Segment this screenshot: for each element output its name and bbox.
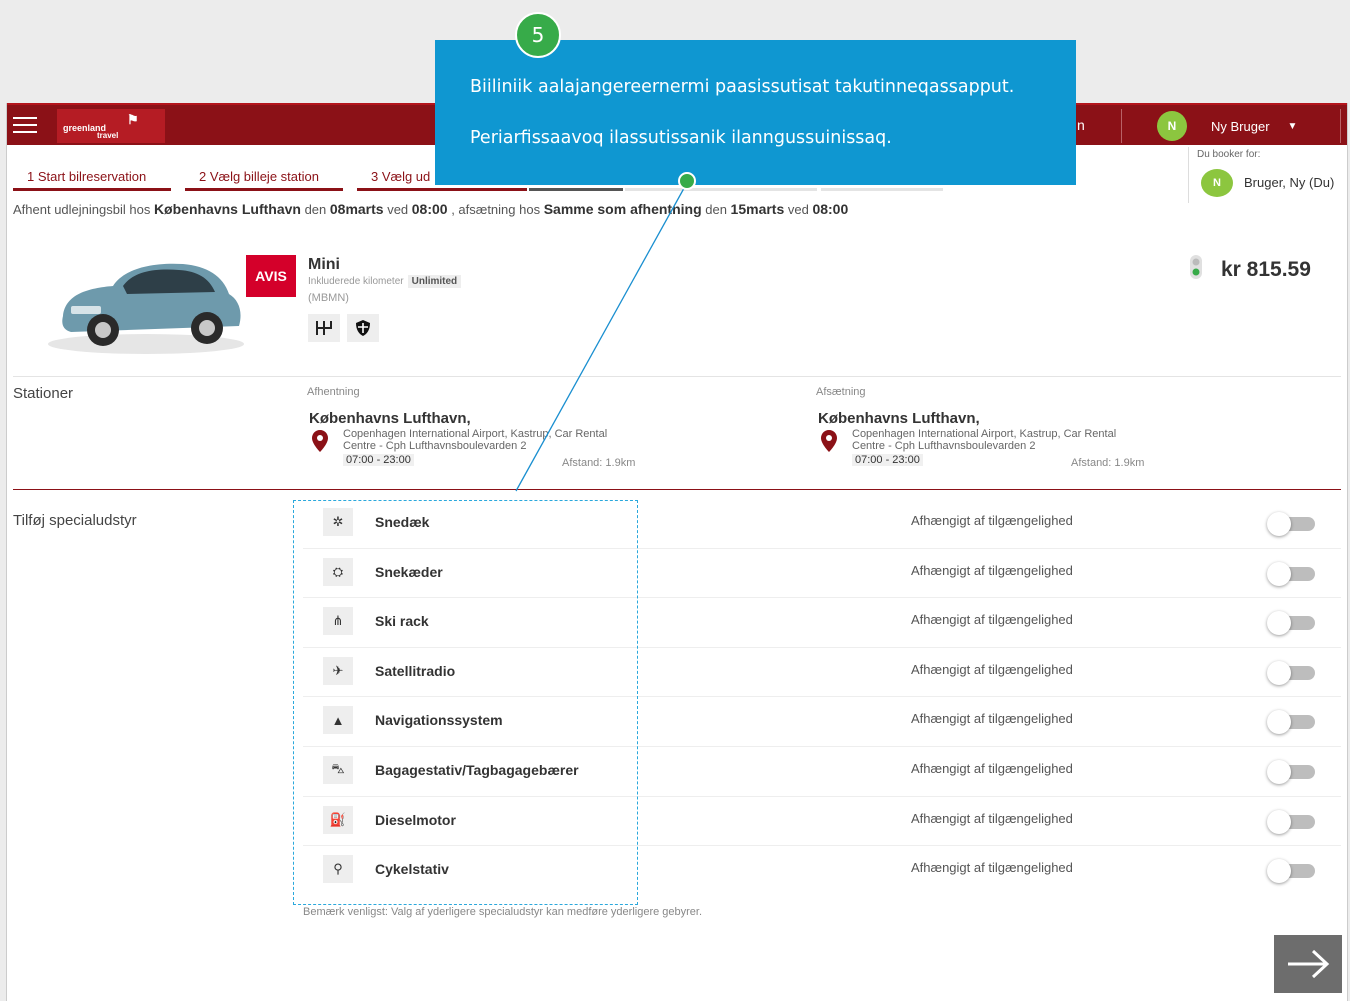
address-line: Copenhagen International Airport, Kastru… — [343, 428, 608, 440]
pickup-station-name: Københavns Lufthavn, — [309, 410, 471, 427]
gearbox-icon — [308, 314, 340, 342]
toggle-knob — [1267, 859, 1291, 884]
pickup-hours: 07:00 - 23:00 — [343, 454, 414, 466]
hamburger-menu-icon[interactable] — [13, 117, 37, 135]
callout-text-line1: Biiliniik aalajangereernermi paasissutis… — [470, 77, 1015, 97]
user-menu[interactable]: N Ny Bruger ▼ — [1157, 111, 1297, 141]
car-image — [48, 263, 244, 354]
equipment-toggle[interactable] — [1267, 759, 1317, 784]
map-pin-icon — [821, 430, 837, 452]
topbar-menu-item[interactable]: n — [1077, 117, 1085, 133]
map-pin-icon — [312, 430, 328, 452]
booking-for-name[interactable]: Bruger, Ny (Du) — [1244, 175, 1334, 190]
dropoff-hours: 07:00 - 23:00 — [852, 454, 923, 466]
dropoff-station-name: Københavns Lufthavn, — [818, 410, 980, 427]
tab-choose-station[interactable]: 2 Vælg billeje station — [185, 161, 343, 191]
equipment-toggle[interactable] — [1267, 610, 1317, 636]
car-name: Mini — [308, 256, 340, 273]
step-number-badge: 5 — [515, 12, 561, 58]
mileage-badge: Unlimited — [407, 275, 462, 288]
booking-app: greenland travel ⚑ n N Ny Bruger ▼ 1 Sta… — [6, 103, 1348, 1001]
arrow-right-icon — [1288, 949, 1330, 979]
divider — [13, 376, 1341, 377]
reservation-summary: Afhent udlejningsbil hos Københavns Luft… — [13, 201, 848, 217]
address-line: Copenhagen International Airport, Kastru… — [852, 428, 1117, 440]
equipment-availability: Afhængigt af tilgængelighed — [911, 661, 1073, 677]
summary-text: den — [701, 202, 731, 217]
equipment-availability: Afhængigt af tilgængelighed — [911, 760, 1073, 776]
dropoff-caption: Afsætning — [816, 386, 866, 398]
summary-text: den — [300, 202, 330, 217]
summary-text: ved — [383, 202, 412, 217]
user-name: Ny Bruger — [1211, 118, 1270, 134]
next-button[interactable] — [1274, 935, 1342, 993]
equipment-toggle[interactable] — [1267, 858, 1317, 884]
summary-text: Afhent udlejningsbil hos — [13, 202, 154, 217]
equipment-heading: Tilføj specialudstyr — [13, 512, 137, 529]
highlight-box — [293, 500, 638, 905]
avatar: N — [1201, 169, 1233, 197]
address-line: Centre - Cph Lufthavnsboulevarden 2 — [343, 440, 527, 452]
equipment-toggle[interactable] — [1267, 809, 1317, 834]
toggle-knob — [1267, 561, 1291, 586]
topbar-divider — [1121, 109, 1122, 143]
equipment-note: Bemærk venligst: Valg af yderligere spec… — [303, 906, 703, 918]
summary-text: , afsætning hos — [447, 202, 544, 217]
equipment-availability: Afhængigt af tilgængelighed — [911, 612, 1073, 628]
toggle-knob — [1267, 611, 1291, 636]
equipment-toggle[interactable] — [1267, 709, 1317, 735]
dropoff-station: Afsætning Københavns Lufthavn, Copenhage… — [816, 386, 1176, 469]
booking-for-label: Du booker for: — [1197, 149, 1261, 160]
summary-dropoff-time: 08:00 — [812, 201, 849, 217]
equipment-toggle[interactable] — [1267, 660, 1317, 685]
avatar: N — [1157, 111, 1187, 141]
pickup-caption: Afhentning — [307, 386, 360, 398]
callout-text-line2: Periarfissaavoq ilassutissanik ilannguss… — [470, 128, 892, 148]
vendor-logo: AVIS — [246, 255, 296, 297]
equipment-availability: Afhængigt af tilgængelighed — [911, 513, 1073, 528]
logo-line2: travel — [97, 131, 119, 140]
toggle-knob — [1267, 660, 1291, 685]
summary-pickup-date: 08marts — [329, 201, 384, 217]
mileage-label: Inkluderede kilometer — [308, 276, 404, 287]
summary-pickup-time: 08:00 — [411, 201, 448, 217]
toggle-knob — [1267, 512, 1291, 536]
car-code: (MBMN) — [308, 292, 349, 304]
pickup-station: Afhentning Københavns Lufthavn, Copenhag… — [307, 386, 667, 469]
stations-heading: Stationer — [13, 385, 74, 402]
car-price: kr 815.59 — [1221, 258, 1311, 281]
toggle-knob — [1267, 710, 1291, 735]
availability-indicator-icon — [1190, 255, 1202, 279]
equipment-toggle[interactable] — [1267, 511, 1317, 536]
booking-for: Du booker for: N Bruger, Ny (Du) — [1188, 147, 1348, 203]
summary-pickup-station: Københavns Lufthavn — [153, 201, 301, 217]
toggle-knob — [1267, 759, 1291, 784]
toggle-knob — [1267, 809, 1291, 834]
logo-mark-icon: ⚑ — [127, 112, 139, 127]
equipment-toggle[interactable] — [1267, 561, 1317, 586]
divider — [13, 489, 1341, 490]
tutorial-callout: Biiliniik aalajangereernermi paasissutis… — [435, 40, 1076, 185]
dropoff-distance: Afstand: 1.9km — [1071, 457, 1145, 469]
equipment-availability: Afhængigt af tilgængelighed — [911, 810, 1073, 826]
pickup-address: Copenhagen International Airport, Kastru… — [343, 428, 607, 452]
equipment-availability: Afhængigt af tilgængelighed — [911, 562, 1073, 578]
address-line: Centre - Cph Lufthavnsboulevarden 2 — [852, 440, 1036, 452]
greenland-travel-logo[interactable]: greenland travel ⚑ — [57, 109, 165, 143]
topbar-divider — [1340, 109, 1341, 143]
car-mileage: Inkluderede kilometer Unlimited — [308, 275, 462, 288]
summary-dropoff-station: Samme som afhentning — [543, 201, 702, 217]
summary-dropoff-date: 15marts — [730, 201, 785, 217]
shield-icon — [347, 314, 379, 342]
equipment-availability: Afhængigt af tilgængelighed — [911, 711, 1073, 727]
chevron-down-icon: ▼ — [1287, 120, 1298, 132]
tab-start-reservation[interactable]: 1 Start bilreservation — [13, 161, 171, 191]
equipment-availability: Afhængigt af tilgængelighed — [911, 860, 1073, 876]
pickup-distance: Afstand: 1.9km — [562, 457, 636, 469]
summary-text: ved — [784, 202, 813, 217]
dropoff-address: Copenhagen International Airport, Kastru… — [852, 428, 1116, 452]
